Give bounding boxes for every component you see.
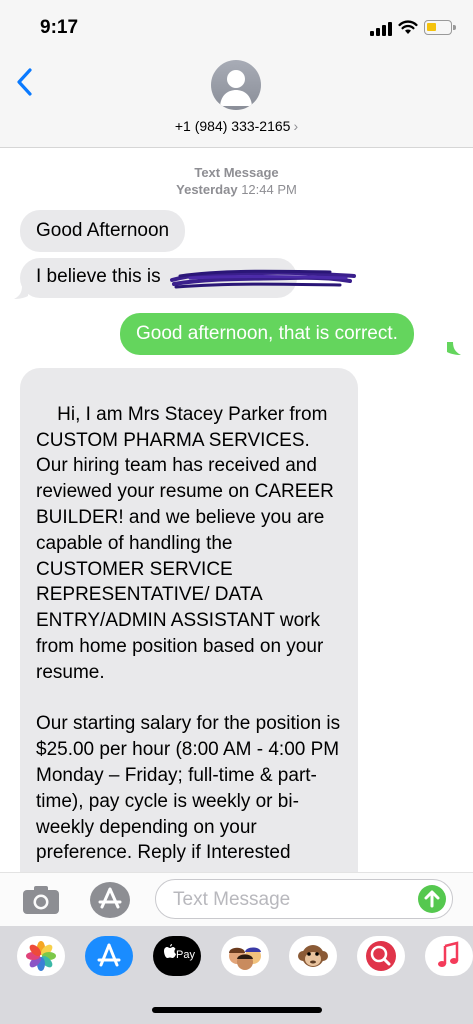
app-store-icon [97, 943, 121, 967]
message-text: Good Afternoon [36, 220, 170, 241]
music-app-button[interactable] [425, 936, 473, 976]
photos-icon [26, 941, 56, 971]
person-silhouette-icon [220, 70, 252, 106]
message-type-label: Text Message [194, 165, 279, 180]
svg-text:Pay: Pay [176, 949, 195, 961]
music-icon [438, 941, 459, 967]
cellular-signal-icon [370, 22, 392, 36]
contact-number: +1 (984) 333-2165 [174, 118, 291, 134]
app-store-button[interactable] [90, 882, 130, 918]
camera-icon[interactable] [22, 885, 60, 915]
incoming-message-bubble[interactable]: Hi, I am Mrs Stacey Parker from CUSTOM P… [20, 368, 358, 872]
apple-pay-app-button[interactable]: Pay [153, 936, 201, 976]
back-chevron-icon[interactable] [12, 64, 40, 100]
apple-pay-icon: Pay [164, 944, 195, 961]
thread-timestamp: Text Message Yesterday 12:44 PM [0, 164, 473, 198]
contact-avatar[interactable] [211, 60, 261, 110]
message-text: I believe this is [36, 266, 161, 287]
incoming-message-bubble[interactable]: I believe this is [20, 258, 356, 298]
message-input-placeholder: Text Message [173, 889, 291, 910]
message-text: Hi, I am Mrs Stacey Parker from CUSTOM P… [36, 403, 341, 864]
bubble-tail [14, 286, 28, 299]
battery-icon [424, 20, 456, 35]
memoji-icon [229, 947, 261, 970]
conversation-header: +1 (984) 333-2165 › [0, 52, 473, 148]
web-search-icon [366, 941, 396, 971]
app-store-icon [98, 887, 122, 909]
animoji-monkey-icon [298, 945, 328, 967]
send-arrow-icon [424, 890, 440, 908]
memoji-app-button[interactable] [221, 936, 269, 976]
bubble-tail [447, 342, 461, 355]
animoji-app-button[interactable] [289, 936, 337, 976]
compose-bar: Text Message [0, 872, 473, 926]
status-time: 9:17 [40, 17, 79, 38]
home-indicator[interactable] [152, 1007, 322, 1013]
contact-name-button[interactable]: +1 (984) 333-2165 › [0, 118, 473, 134]
message-thread[interactable]: Text Message Yesterday 12:44 PM Good Aft… [0, 148, 473, 872]
message-text: Good afternoon, that is correct. [136, 323, 398, 344]
message-input[interactable]: Text Message [155, 879, 453, 919]
redaction-scribble [170, 269, 356, 289]
web-search-app-button[interactable] [357, 936, 405, 976]
wifi-icon [398, 20, 418, 34]
incoming-message-bubble[interactable]: Good Afternoon [20, 210, 186, 252]
app-store-app-button[interactable] [85, 936, 133, 976]
timestamp-day: Yesterday [176, 182, 238, 197]
chevron-right-icon: › [293, 118, 299, 134]
imessage-app-drawer: Pay [0, 926, 473, 1024]
outgoing-message-bubble[interactable]: Good afternoon, that is correct. [120, 313, 414, 355]
send-button[interactable] [418, 885, 446, 913]
timestamp-time: 12:44 PM [241, 182, 297, 197]
status-bar: 9:17 [0, 0, 473, 52]
photos-app-button[interactable] [17, 936, 65, 976]
